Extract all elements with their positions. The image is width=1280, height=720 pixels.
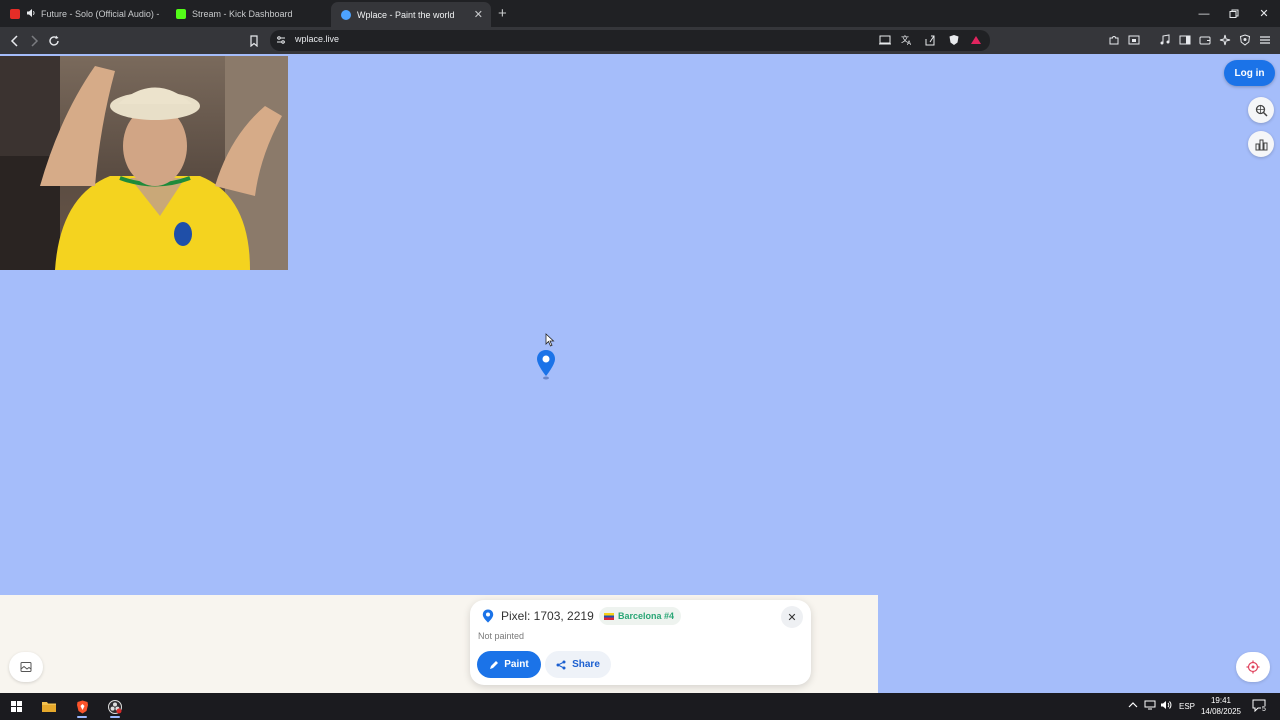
tab-wplace[interactable]: Wplace - Paint the world ✕ [331, 2, 491, 27]
back-icon[interactable] [7, 33, 23, 49]
audio-playing-icon[interactable] [26, 8, 36, 20]
location-pin-icon [536, 349, 556, 381]
cast-icon[interactable] [877, 32, 893, 48]
share-button[interactable]: Share [545, 651, 611, 678]
show-hidden-icons[interactable] [1128, 700, 1138, 712]
region-badge[interactable]: Barcelona #4 [599, 607, 682, 625]
close-panel-button[interactable]: ✕ [781, 606, 803, 628]
notifications-icon[interactable]: 5 [1252, 699, 1268, 713]
system-clock[interactable]: 19:41 14/08/2025 [1197, 695, 1245, 717]
map-layers-button[interactable] [9, 652, 43, 682]
vpn-icon[interactable] [1237, 32, 1253, 48]
venezuela-flag-icon [604, 612, 614, 620]
file-explorer-icon[interactable] [38, 696, 60, 717]
svg-text:A: A [907, 40, 912, 46]
clock-date: 14/08/2025 [1200, 707, 1242, 716]
explore-button[interactable] [1248, 97, 1274, 123]
brave-shields-icon[interactable] [946, 32, 962, 48]
clock-time: 19:41 [1210, 696, 1232, 705]
pixel-coordinates: Pixel: 1703, 2219 [501, 609, 594, 623]
forward-icon[interactable] [26, 33, 42, 49]
streamer-webcam-image [0, 56, 288, 270]
wplace-favicon-icon [341, 9, 351, 20]
brave-rewards-icon[interactable] [968, 32, 984, 48]
region-badge-label: Barcelona #4 [618, 611, 675, 621]
search-globe-icon [1255, 104, 1268, 117]
minimize-icon[interactable]: — [1189, 0, 1219, 27]
kick-favicon-icon [176, 8, 186, 19]
share-page-icon[interactable] [922, 32, 938, 48]
brush-icon [490, 660, 499, 669]
paint-button[interactable]: Paint [477, 651, 541, 678]
webcam-overlay [0, 56, 288, 270]
leo-ai-icon[interactable] [1217, 32, 1233, 48]
tab-youtube[interactable]: Future - Solo (Official Audio) - Yo [0, 0, 160, 27]
close-icon: ✕ [787, 611, 797, 624]
volume-icon[interactable] [1160, 700, 1172, 712]
wallet-icon[interactable] [1197, 32, 1213, 48]
youtube-favicon-icon [10, 8, 20, 19]
new-tab-icon[interactable]: + [498, 5, 507, 22]
tab-title: Stream - Kick Dashboard [192, 8, 293, 19]
media-control-icon[interactable] [1157, 32, 1173, 48]
brave-browser-icon[interactable] [71, 696, 93, 718]
translate-icon[interactable]: 文A [899, 32, 915, 48]
input-language[interactable]: ESP [1179, 702, 1195, 711]
windows-start-icon[interactable] [5, 696, 27, 717]
obs-studio-icon[interactable] [104, 696, 126, 718]
site-settings-icon[interactable] [273, 32, 289, 48]
close-tab-icon[interactable]: ✕ [474, 8, 483, 21]
screenshot-icon[interactable] [1126, 32, 1142, 48]
sidebar-toggle-icon[interactable] [1177, 32, 1193, 48]
extensions-icon[interactable] [1106, 32, 1122, 48]
pixel-info-panel: Pixel: 1703, 2219 Barcelona #4 Not paint… [470, 600, 811, 685]
tab-kick-dashboard[interactable]: Stream - Kick Dashboard [166, 0, 326, 27]
paint-button-label: Paint [504, 659, 529, 670]
crosshair-icon [1246, 660, 1260, 674]
reload-icon[interactable] [46, 33, 62, 49]
share-icon [556, 660, 566, 669]
url-text[interactable]: wplace.live [295, 34, 339, 44]
share-button-label: Share [572, 659, 600, 670]
browser-tab-bar: Future - Solo (Official Audio) - Yo Stre… [0, 0, 1280, 27]
tab-title: Wplace - Paint the world [357, 9, 455, 20]
bookmark-icon[interactable] [246, 33, 262, 49]
notification-count: 5 [1261, 706, 1267, 713]
tab-title: Future - Solo (Official Audio) - Yo [41, 8, 160, 19]
paint-status: Not painted [478, 631, 525, 641]
leaderboard-button[interactable] [1248, 131, 1274, 157]
mouse-cursor-icon [545, 333, 555, 347]
pixel-location-icon [482, 609, 494, 623]
leaderboard-icon [1255, 139, 1267, 150]
menu-icon[interactable] [1257, 32, 1273, 48]
restore-icon[interactable] [1219, 0, 1249, 27]
login-button[interactable]: Log in [1224, 60, 1275, 86]
windows-taskbar: ESP 19:41 14/08/2025 5 [0, 693, 1280, 720]
locate-me-button[interactable] [1236, 652, 1270, 682]
image-overlay-icon [20, 662, 32, 672]
network-icon[interactable] [1144, 700, 1156, 712]
close-window-icon[interactable]: ✕ [1249, 0, 1279, 27]
